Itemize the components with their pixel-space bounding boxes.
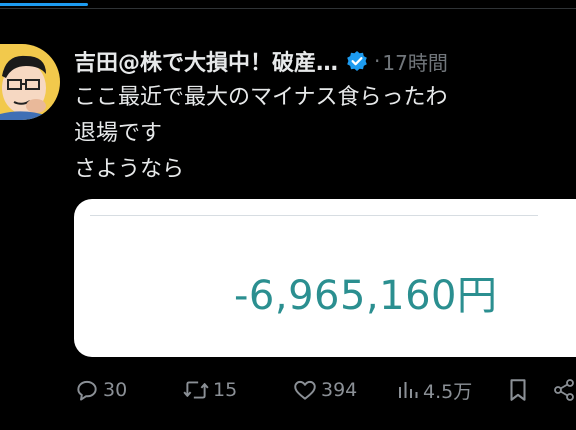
retweet-button[interactable]: 15 — [182, 372, 237, 408]
tweet-text-line: さようなら — [74, 157, 185, 182]
divider — [0, 8, 576, 9]
share-icon — [552, 377, 576, 403]
bookmark-icon — [507, 377, 529, 403]
retweet-count: 15 — [213, 379, 238, 401]
tweet-text: ここ最近で最大のマイナス食らったわ 退場です さようなら — [74, 80, 448, 188]
display-name[interactable]: 吉田@株で大損中！破産… — [74, 45, 338, 77]
timestamp[interactable]: 17時間 — [382, 47, 447, 76]
views-count: 4.5万 — [423, 380, 473, 403]
tweet-header: 吉田@株で大損中！破産… · 17時間 — [74, 43, 448, 79]
views-bar-chart-icon — [396, 377, 420, 403]
retweet-icon — [182, 377, 210, 403]
attached-image[interactable]: -6,965,160円 — [74, 199, 576, 357]
reply-count: 30 — [103, 379, 128, 401]
active-tab-underline — [0, 3, 88, 6]
views-button[interactable]: 4.5万 — [396, 372, 472, 408]
bookmark-button[interactable] — [507, 372, 529, 408]
action-bar: 30 15 394 4.5万 — [0, 372, 576, 408]
avatar[interactable] — [0, 44, 60, 120]
like-button[interactable]: 394 — [292, 372, 357, 408]
reply-icon — [74, 377, 100, 403]
image-divider — [90, 215, 538, 216]
reply-button[interactable]: 30 — [74, 372, 127, 408]
loss-amount: -6,965,160円 — [234, 273, 498, 319]
tweet-text-line: ここ最近で最大のマイナス食らったわ — [74, 85, 448, 110]
like-count: 394 — [321, 379, 358, 401]
avatar-image — [0, 44, 60, 120]
time-separator: · — [374, 49, 381, 73]
share-button[interactable] — [552, 372, 576, 408]
verified-badge-icon — [346, 50, 368, 72]
heart-icon — [292, 377, 318, 403]
tweet-text-line: 退場です — [74, 121, 163, 146]
tab-indicator — [0, 0, 576, 9]
